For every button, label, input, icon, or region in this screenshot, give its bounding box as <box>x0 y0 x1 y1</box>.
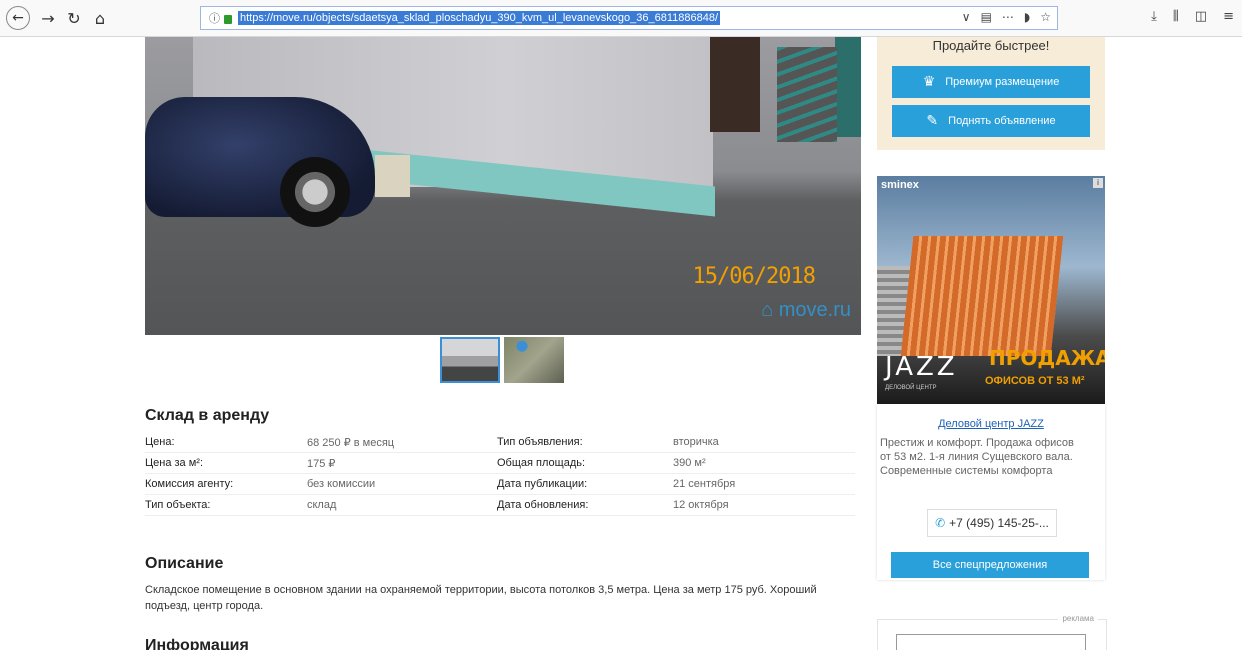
url-bar[interactable]: ⓘ https://move.ru/objects/sdaetsya_sklad… <box>200 6 1058 30</box>
table-row: Цена: 68 250 ₽ в месяц Тип объявления: в… <box>145 432 855 453</box>
prop-label: Комиссия агенту: <box>145 478 234 490</box>
photo-stairs <box>777 47 837 142</box>
star-icon[interactable]: ☆ <box>1040 10 1051 24</box>
home-icon[interactable]: ⌂ <box>88 6 112 30</box>
ad-jazz-logo: JAZZ <box>885 352 958 382</box>
prop-label: Дата публикации: <box>497 478 588 490</box>
reader-icon[interactable]: ▤ <box>981 10 992 24</box>
sidebar-icon[interactable]: ◫ <box>1195 9 1207 24</box>
ad-building <box>900 236 1064 356</box>
watermark-logo: ⌂ move.ru <box>761 299 851 322</box>
photo-wheel <box>280 157 350 227</box>
prop-label: Тип объявления: <box>497 436 583 448</box>
info-heading: Информация <box>145 637 249 650</box>
browser-toolbar: ← → ↻ ⌂ ⓘ https://move.ru/objects/sdaets… <box>0 0 1242 37</box>
prop-value: 175 ₽ <box>307 458 336 470</box>
ad-phone-button[interactable]: ✆ +7 (495) 145-25-... <box>927 509 1057 537</box>
premium-button-label: Премиум размещение <box>945 76 1060 88</box>
date-stamp: 15/06/2018 <box>692 264 816 289</box>
photo-green-wall <box>835 37 861 137</box>
ad-phone-number: +7 (495) 145-25-... <box>949 516 1049 530</box>
library-icon[interactable]: ⫼ <box>1173 9 1179 24</box>
thumbnail-photo[interactable] <box>440 337 500 383</box>
table-row: Комиссия агенту: без комиссии Дата публи… <box>145 474 855 495</box>
pocket-icon[interactable]: ◗ <box>1024 10 1030 24</box>
download-icon[interactable]: ⤓ <box>1151 9 1157 24</box>
description-text: Складское помещение в основном здании на… <box>145 584 817 612</box>
back-icon[interactable]: ← <box>6 6 30 30</box>
prop-label: Цена: <box>145 436 175 448</box>
reload-icon[interactable]: ↻ <box>62 6 86 30</box>
ad-banner[interactable]: sminex i JAZZ ДЕЛОВОЙ ЦЕНТР ПРОДАЖА ОФИС… <box>877 176 1105 404</box>
all-offers-button[interactable]: Все спецпредложения <box>891 552 1089 578</box>
ad-brand: sminex <box>881 179 919 191</box>
ad-slot: реклама <box>877 614 1107 650</box>
table-row: Тип объекта: склад Дата обновления: 12 о… <box>145 495 855 516</box>
ad-details: Деловой центр JAZZ Престиж и комфорт. Пр… <box>877 404 1105 580</box>
prop-value: 68 250 ₽ в месяц <box>307 437 395 449</box>
properties-table: Цена: 68 250 ₽ в месяц Тип объявления: в… <box>145 432 855 516</box>
promo-box: Продайте быстрее! ♛ Премиум размещение ✎… <box>877 37 1105 150</box>
prop-value: склад <box>307 499 337 511</box>
prop-value: 21 сентября <box>673 478 736 490</box>
promo-title: Продайте быстрее! <box>932 38 1050 53</box>
menu-icon[interactable]: ≡ <box>1223 9 1234 24</box>
prop-value: вторичка <box>673 436 719 448</box>
premium-button[interactable]: ♛ Премиум размещение <box>892 66 1090 98</box>
ad-jazz-subtitle: ДЕЛОВОЙ ЦЕНТР <box>885 385 937 391</box>
ad-label: реклама <box>1058 614 1098 623</box>
ad-sale-subtext: ОФИСОВ ОТ 53 М² <box>985 375 1085 387</box>
main-photo[interactable]: 15/06/2018 ⌂ move.ru <box>145 37 861 335</box>
prop-label: Общая площадь: <box>497 457 586 469</box>
prop-value: 390 м² <box>673 457 706 469</box>
chevron-down-icon[interactable]: ∨ <box>962 10 971 24</box>
ad-slot-inner[interactable] <box>896 634 1086 650</box>
listing-title: Склад в аренду <box>145 407 270 424</box>
ad-sale-text: ПРОДАЖА <box>989 346 1105 370</box>
raise-button-label: Поднять объявление <box>948 115 1056 127</box>
ad-title-link[interactable]: Деловой центр JAZZ <box>877 418 1105 430</box>
photo-stone <box>375 155 410 197</box>
prop-value: 12 октября <box>673 499 729 511</box>
lock-icon[interactable] <box>224 14 232 24</box>
prop-label: Цена за м²: <box>145 457 204 469</box>
url-text[interactable]: https://move.ru/objects/sdaetsya_sklad_p… <box>238 11 721 25</box>
thumbnail-map[interactable] <box>504 337 564 383</box>
prop-label: Дата обновления: <box>497 499 589 511</box>
raise-button[interactable]: ✎ Поднять объявление <box>892 105 1090 137</box>
crown-icon: ♛ <box>922 74 936 90</box>
page-content: 15/06/2018 ⌂ move.ru Склад в аренду Цена… <box>0 37 1242 650</box>
more-icon[interactable]: ⋯ <box>1002 10 1014 24</box>
table-row: Цена за м²: 175 ₽ Общая площадь: 390 м² <box>145 453 855 474</box>
watermark-text: move.ru <box>778 299 851 321</box>
photo-door <box>710 37 760 132</box>
description-heading: Описание <box>145 555 224 572</box>
ad-text: Престиж и комфорт. Продажа офисов от 53 … <box>880 437 1074 477</box>
thumbnail-strip <box>440 337 564 383</box>
prop-value: без комиссии <box>307 478 376 490</box>
info-icon[interactable]: ⓘ <box>209 10 220 26</box>
phone-icon: ✆ <box>935 516 946 530</box>
ad-info-icon[interactable]: i <box>1093 178 1103 188</box>
forward-icon[interactable]: → <box>36 6 60 30</box>
house-icon: ⌂ <box>761 299 774 321</box>
prop-label: Тип объекта: <box>145 499 211 511</box>
edit-icon: ✎ <box>926 113 939 129</box>
